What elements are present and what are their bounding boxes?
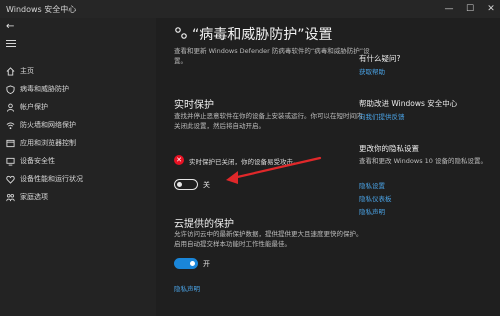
back-arrow-icon[interactable]: ← <box>6 21 14 32</box>
realtime-protection-heading: 实时保护 <box>174 100 214 111</box>
minimize-button[interactable]: — <box>441 2 457 16</box>
warning-text: 实时保护已关闭，你的设备易受攻击。 <box>189 158 300 166</box>
device-icon <box>5 156 15 166</box>
page-title: “病毒和威胁防护”设置 <box>192 27 333 43</box>
sidebar-item-label: 帐户保护 <box>20 103 48 111</box>
app-window-icon <box>5 138 15 148</box>
sidebar-item-label: 家庭选项 <box>20 193 48 201</box>
home-icon <box>5 66 15 76</box>
cloud-protection-heading: 云提供的保护 <box>174 219 234 230</box>
realtime-protection-toggle[interactable] <box>174 179 198 190</box>
shield-icon <box>5 84 15 94</box>
get-help-link[interactable]: 获取帮助 <box>359 66 385 76</box>
page-intro: 查看和更新 Windows Defender 防病毒软件的“病毒和威胁防护”设置… <box>174 47 370 65</box>
heart-icon <box>5 174 15 184</box>
sidebar-item-firewall[interactable]: 防火墙和网络保护 <box>0 118 156 132</box>
maximize-button[interactable]: ☐ <box>462 2 478 16</box>
realtime-protection-description: 查找并停止恶意软件在你的设备上安装或运行。你可以在短时间内关闭此设置，然后将自动… <box>174 112 363 130</box>
sidebar-item-label: 设备安全性 <box>20 157 55 165</box>
sidebar-item-account[interactable]: 帐户保护 <box>0 100 156 114</box>
title-bar: Windows 安全中心 — ☐ ✕ <box>0 0 500 18</box>
sidebar-item-device-health[interactable]: 设备性能和运行状况 <box>0 172 156 186</box>
sidebar-item-label: 应用和浏览器控制 <box>20 139 76 147</box>
give-feedback-link[interactable]: 向我们提供反馈 <box>359 111 405 121</box>
sidebar: ← 主页 病毒和威胁防护 帐户保护 防火墙和网络保护 应用和浏览器控制 设备安全… <box>0 18 156 316</box>
gear-icon <box>174 26 188 40</box>
sidebar-item-family[interactable]: 家庭选项 <box>0 190 156 204</box>
sidebar-item-home[interactable]: 主页 <box>0 64 156 78</box>
hamburger-menu-icon[interactable] <box>6 40 16 48</box>
main-content: “病毒和威胁防护”设置 查看和更新 Windows Defender 防病毒软件… <box>156 18 500 316</box>
cloud-toggle-label: 开 <box>203 260 210 268</box>
sidebar-item-label: 病毒和威胁防护 <box>20 85 69 93</box>
error-icon: ✕ <box>174 155 184 165</box>
sidebar-item-label: 防火墙和网络保护 <box>20 121 76 129</box>
window-title: Windows 安全中心 <box>6 5 77 14</box>
cloud-protection-toggle[interactable] <box>174 258 198 269</box>
privacy-statement-link[interactable]: 隐私声明 <box>174 283 200 293</box>
privacy-dashboard-link[interactable]: 隐私仪表板 <box>359 193 392 203</box>
sidebar-item-label: 主页 <box>20 67 34 75</box>
person-icon <box>5 102 15 112</box>
privacy-statement-link-right[interactable]: 隐私声明 <box>359 206 385 216</box>
close-button[interactable]: ✕ <box>483 2 499 16</box>
sidebar-item-app-browser[interactable]: 应用和浏览器控制 <box>0 136 156 150</box>
privacy-heading: 更改你的隐私设置 <box>359 144 419 153</box>
sidebar-item-label: 设备性能和运行状况 <box>20 175 83 183</box>
help-heading: 有什么疑问? <box>359 54 401 63</box>
family-icon <box>5 192 15 202</box>
realtime-toggle-label: 关 <box>203 181 210 189</box>
cloud-protection-description: 允许访问云中的最新保护数据，提供提供更大且速度更快的保护。启用自动提交样本功能时… <box>174 230 363 248</box>
sidebar-item-virus-protection[interactable]: 病毒和威胁防护 <box>0 82 156 96</box>
feedback-heading: 帮助改进 Windows 安全中心 <box>359 99 458 108</box>
sidebar-item-device-security[interactable]: 设备安全性 <box>0 154 156 168</box>
privacy-settings-link[interactable]: 隐私设置 <box>359 180 385 190</box>
wifi-icon <box>5 120 15 130</box>
privacy-description: 查看和更改 Windows 10 设备的隐私设置。 <box>359 157 487 165</box>
